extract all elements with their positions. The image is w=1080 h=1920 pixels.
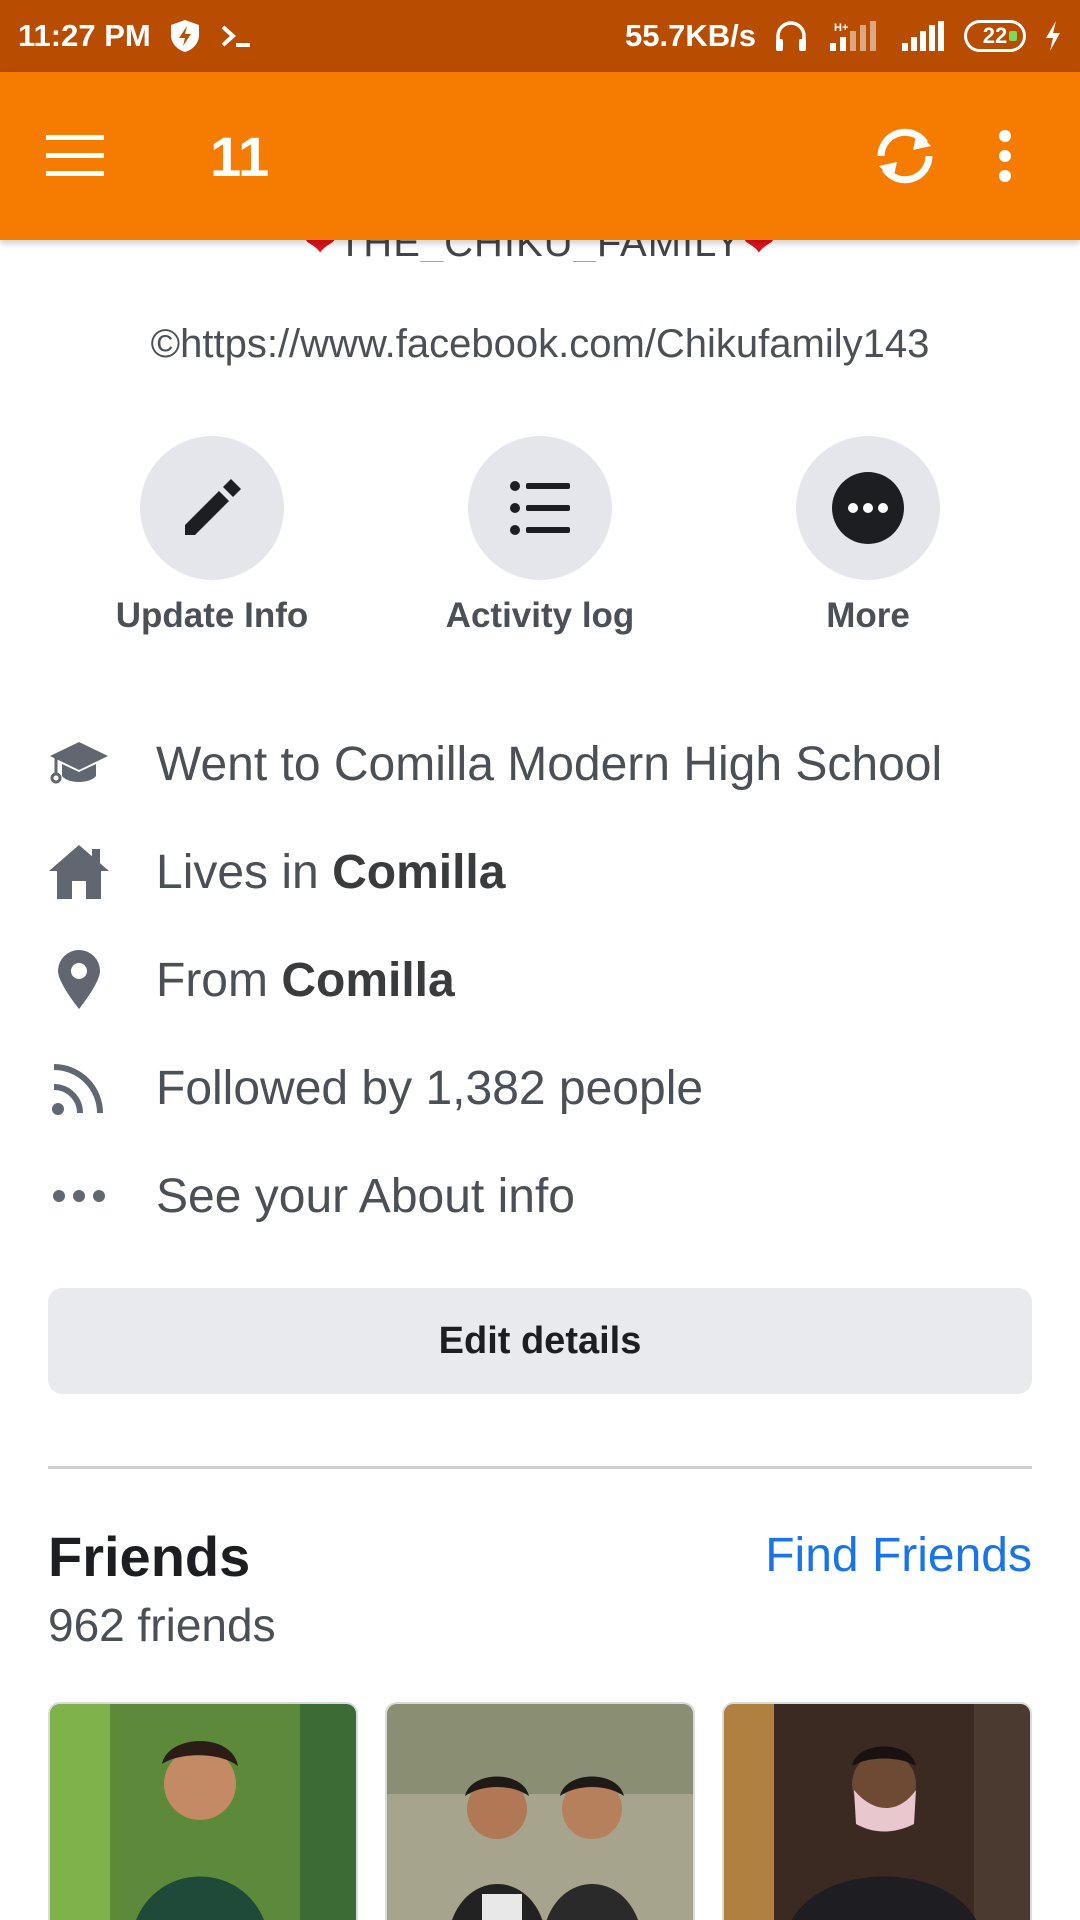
pencil-icon	[185, 479, 241, 535]
profile-bio: ©https://www.facebook.com/Chikufamily143	[150, 322, 930, 366]
headphones-icon	[774, 19, 808, 53]
signal-hplus-icon: H+	[826, 19, 882, 53]
friends-title: Friends	[48, 1525, 251, 1588]
signal-icon	[900, 19, 946, 53]
friends-grid	[48, 1702, 1032, 1920]
info-about-text: See your About info	[156, 1169, 575, 1223]
graduation-cap-icon	[48, 733, 110, 795]
info-from-place: Comilla	[281, 953, 455, 1007]
find-friends-link[interactable]: Find Friends	[765, 1528, 1032, 1583]
charging-bolt-icon	[1044, 20, 1062, 52]
more-circle	[796, 436, 940, 580]
profile-content: ❤THE_CHIKU_FAMILY❤ ©https://www.facebook…	[0, 221, 1080, 1920]
activity-log-button[interactable]: Activity log	[390, 436, 690, 636]
info-from-prefix: From	[156, 953, 282, 1007]
hamburger-icon	[46, 135, 104, 176]
shield-bolt-icon	[169, 19, 201, 53]
update-info-button[interactable]: Update Info	[62, 436, 362, 636]
friends-count: 962 friends	[48, 1599, 276, 1651]
app-title: 11	[210, 124, 270, 188]
battery-indicator: 22	[964, 20, 1026, 52]
status-bar-left: 11:27 PM	[18, 18, 253, 54]
friend-photo[interactable]	[48, 1702, 358, 1920]
status-time: 11:27 PM	[18, 18, 151, 53]
edit-details-button[interactable]: Edit details	[48, 1288, 1032, 1394]
info-from-text: From Comilla	[156, 953, 455, 1008]
screen: 11:27 PM 55.7KB/s H+ 22 11 ❤THE_CHIKU_FA…	[0, 0, 1080, 1920]
overflow-menu-button[interactable]	[960, 101, 1050, 211]
info-row-followers[interactable]: Followed by 1,382 people	[0, 1034, 1080, 1142]
horizontal-dots-icon	[48, 1165, 110, 1227]
section-divider	[48, 1466, 1032, 1469]
activity-log-circle	[468, 436, 612, 580]
info-school-text: Went to Comilla Modern High School	[156, 737, 943, 791]
rss-feed-icon	[48, 1057, 110, 1119]
status-bar-right: 55.7KB/s H+ 22	[625, 18, 1062, 54]
info-row-about[interactable]: See your About info	[0, 1142, 1080, 1250]
friend-photo[interactable]	[722, 1702, 1032, 1920]
update-info-circle	[140, 436, 284, 580]
info-lives-text: Lives in Comilla	[156, 845, 505, 900]
refresh-button[interactable]	[850, 101, 960, 211]
friend-photo[interactable]	[385, 1702, 695, 1920]
info-lives-place: Comilla	[332, 845, 506, 899]
location-pin-icon	[48, 949, 110, 1011]
home-icon	[48, 841, 110, 903]
battery-level: 22	[982, 23, 1008, 48]
profile-actions: Update Info Activity log More	[0, 436, 1080, 656]
info-row-lives[interactable]: Lives in Comilla	[0, 818, 1080, 926]
more-label: More	[826, 596, 910, 635]
menu-button[interactable]	[20, 101, 130, 211]
svg-text:H+: H+	[834, 22, 848, 34]
sync-icon	[877, 128, 933, 184]
network-speed: 55.7KB/s	[625, 18, 756, 53]
info-row-from[interactable]: From Comilla	[0, 926, 1080, 1034]
terminal-icon	[219, 21, 253, 51]
info-lives-prefix: Lives in	[156, 845, 333, 899]
status-bar: 11:27 PM 55.7KB/s H+ 22	[0, 0, 1080, 72]
vertical-dots-icon	[999, 130, 1011, 182]
info-followers-text: Followed by 1,382 people	[156, 1061, 704, 1115]
list-icon	[510, 481, 570, 535]
more-button[interactable]: More	[718, 436, 1018, 636]
more-dots-icon	[832, 472, 904, 544]
app-bar: 11	[0, 72, 1080, 240]
update-info-label: Update Info	[115, 596, 309, 635]
activity-log-label: Activity log	[445, 596, 635, 635]
intro-list: Went to Comilla Modern High School Lives…	[0, 710, 1080, 1250]
info-row-school[interactable]: Went to Comilla Modern High School	[0, 710, 1080, 818]
